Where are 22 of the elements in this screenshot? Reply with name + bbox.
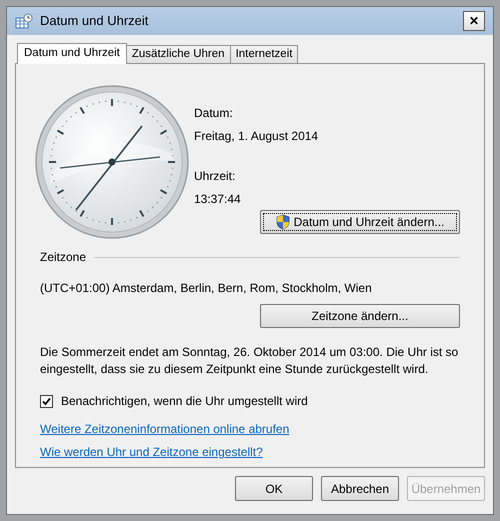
notify-checkbox[interactable]	[40, 394, 53, 408]
timezone-value: (UTC+01:00) Amsterdam, Berlin, Bern, Rom, Stockholm, Wien	[40, 280, 373, 297]
dialog-button[interactable]: Abbrechen	[321, 476, 399, 501]
notify-label: Benachrichtigen, wenn die Uhr umgestellt wird	[61, 393, 308, 410]
window-title: Datum und Uhrzeit	[40, 12, 148, 30]
timezone-heading: Zeitzone	[40, 249, 86, 266]
shield-icon	[276, 214, 290, 230]
calendar-clock-icon	[15, 13, 33, 29]
change-timezone-button[interactable]: Zeitzone ändern...	[260, 304, 460, 328]
help-link[interactable]: Wie werden Uhr und Zeitzone eingestellt?	[40, 443, 263, 461]
change-date-time-button[interactable]: Datum und Uhrzeit ändern...	[260, 210, 460, 234]
dst-note: Die Sommerzeit endet am Sonntag, 26. Oktober 2014 um 03:00. Die Uhr ist so eingestellt, dass sie zu diesem Zeitpunkt eine Stunde zurückgestellt wird.	[40, 344, 460, 378]
help-link[interactable]: Weitere Zeitzoneninformationen online abrufen	[40, 420, 290, 438]
time-value: 13:37:44	[194, 191, 242, 208]
close-button[interactable]: ✕	[463, 11, 485, 31]
time-label: Uhrzeit:	[194, 168, 236, 185]
date-label: Datum:	[194, 105, 234, 122]
tab[interactable]: Internetzeit	[230, 45, 298, 63]
tab[interactable]: Datum und Uhrzeit	[17, 43, 127, 64]
dialog-button[interactable]: OK	[235, 476, 313, 501]
date-value: Freitag, 1. August 2014	[194, 128, 318, 145]
tab[interactable]: Zusätzliche Uhren	[126, 45, 231, 63]
